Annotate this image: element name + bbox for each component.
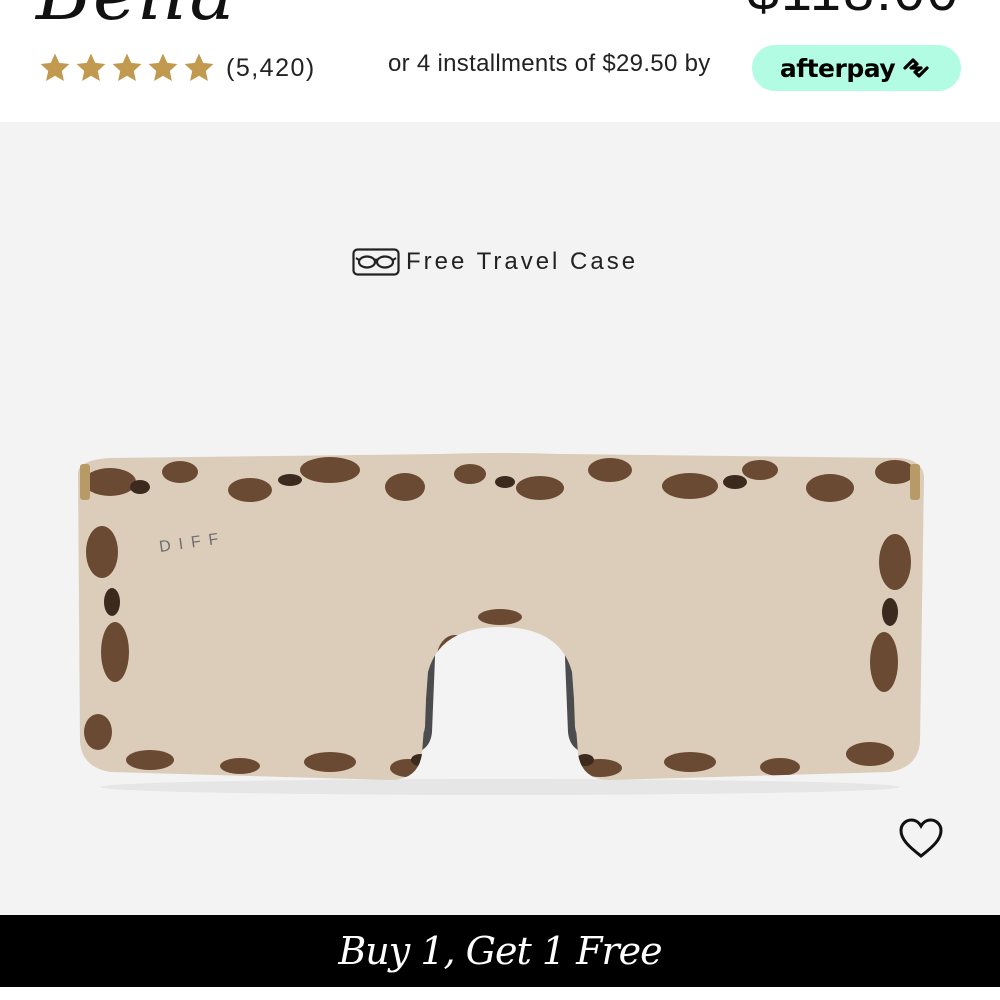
bottom-strip [0,987,1000,1000]
review-count[interactable]: (5,420) [226,54,316,83]
afterpay-badge[interactable]: afterpay [752,45,961,91]
installments-text: or 4 installments of $29.50 by [388,50,711,77]
star-icon [76,53,106,82]
travel-case-label: Free Travel Case [406,248,639,275]
rating[interactable]: (5,420) [38,48,316,88]
heart-icon[interactable] [898,817,944,861]
star-icon [112,53,142,82]
product-image-area[interactable]: Free Travel Case DIFF [0,122,1000,915]
star-rating [38,51,216,85]
afterpay-logo-text: afterpay [779,53,896,83]
afterpay-arrows-icon [903,58,929,78]
promo-text: Buy 1, Get 1 Free [338,929,662,973]
star-icon [40,53,70,82]
travel-case-badge: Free Travel Case [352,246,638,278]
glasses-icon [352,248,400,276]
star-icon [148,53,178,82]
product-title: Bella [36,0,236,37]
promo-banner[interactable]: Buy 1, Get 1 Free [0,915,1000,987]
sunglasses-image: DIFF [78,453,924,795]
star-icon [184,53,214,82]
product-price: $118.00 [748,0,960,23]
